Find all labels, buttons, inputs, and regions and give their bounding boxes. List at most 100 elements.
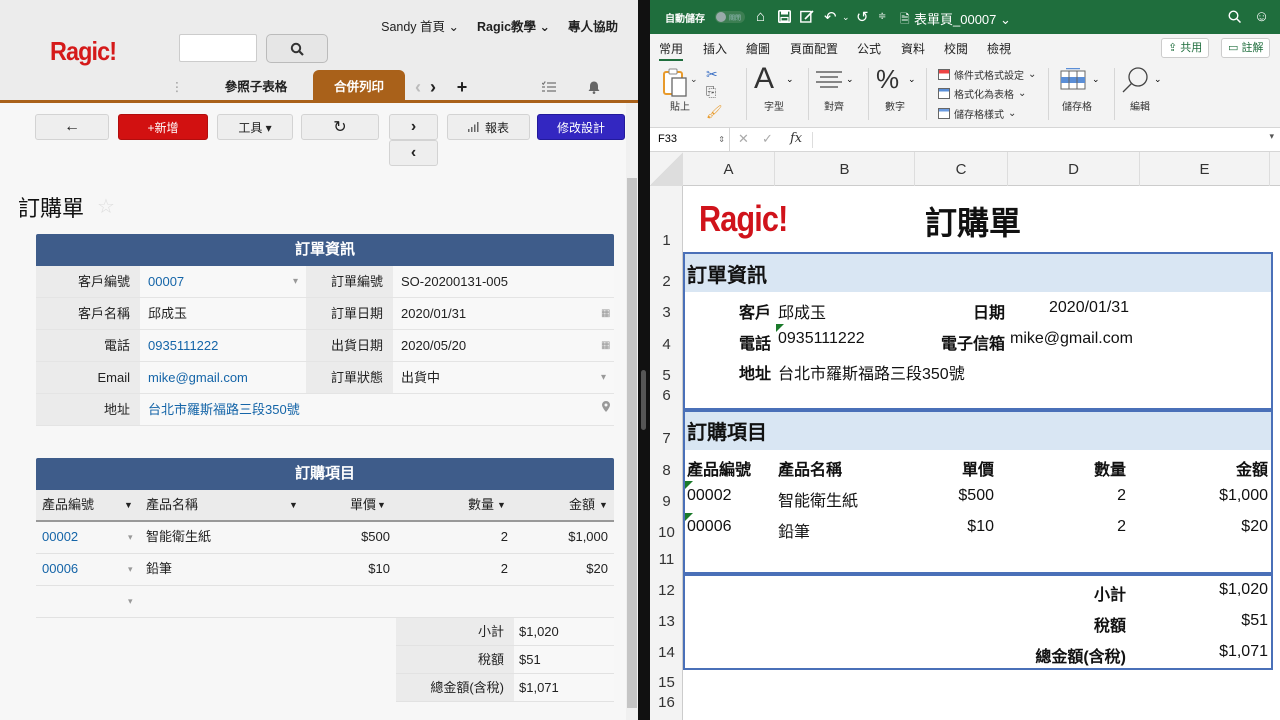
cancel-icon[interactable]: ✕ [738,131,749,147]
report-button[interactable]: 報表 [447,114,530,140]
email-value[interactable]: mike@gmail.com [1010,330,1133,348]
price-cell[interactable]: $500 [361,522,390,552]
ribbon-tab-draw[interactable]: 繪圖 [746,40,770,57]
col-product-id[interactable]: 產品編號 [42,490,94,520]
page-scrollbar[interactable] [626,103,638,720]
address-field[interactable]: 台北市羅斯福路三段350號 [140,394,614,425]
cut-icon[interactable]: ✂ [706,66,718,83]
conditional-format-button[interactable]: 條件式格式設定 ⌄ [938,67,1036,82]
item-name-cell[interactable]: 智能衛生紙 [778,487,858,511]
phone-field[interactable]: 0935111222 [140,330,306,361]
product-name-cell[interactable]: 鉛筆 [146,554,172,584]
format-as-table-button[interactable]: 格式化為表格 ⌄ [938,86,1026,101]
calendar-icon[interactable]: ▦ [601,330,610,361]
item-id-cell[interactable]: 00002 [687,487,732,505]
date-label[interactable]: 日期 [973,299,1005,323]
ribbon-tab-insert[interactable]: 插入 [703,40,727,57]
search-icon[interactable] [1228,8,1242,27]
ship-date-field[interactable]: 2020/05/20 [393,330,614,361]
row-header[interactable]: 6 [650,387,683,404]
row-header[interactable]: 14 [650,644,683,661]
tab-overflow[interactable]: ⋮ [170,70,184,102]
subtotal-value[interactable]: $1,020 [1219,581,1268,599]
next-record-button[interactable]: › [389,114,438,140]
column-header-a[interactable]: A [683,152,775,186]
scrollbar-thumb[interactable] [627,178,637,708]
row-header[interactable]: 8 [650,462,683,479]
format-painter-icon[interactable]: 🖌 [706,104,723,120]
product-id-cell[interactable]: 00002 [42,522,78,552]
tab-prev-button[interactable]: ‹ [412,70,424,102]
row-header[interactable]: 7 [650,430,683,447]
phone-value[interactable]: 0935111222 [778,330,865,348]
date-value[interactable]: 2020/01/31 [1049,299,1129,317]
redo-icon[interactable]: ↺ [856,8,869,26]
item-header-qty[interactable]: 數量 [1094,456,1126,480]
product-id-cell[interactable]: 00006 [42,554,78,584]
alignment-group[interactable]: ⌄ 對齊 [814,62,864,128]
item-qty-cell[interactable]: 2 [1117,518,1126,536]
dropdown-caret-icon[interactable]: ▾ [128,522,133,552]
column-header-e[interactable]: E [1140,152,1270,186]
search-input[interactable] [179,34,257,62]
item-header-amount[interactable]: 金額 [1236,456,1268,480]
dropdown-caret-icon[interactable]: ▾ [601,362,606,393]
email-label[interactable]: 電子信箱 [941,330,1005,354]
cells-group[interactable]: ⌄ 儲存格 [1058,62,1108,128]
feedback-smiley-icon[interactable]: ☺ [1254,8,1269,25]
home-icon[interactable]: ⌂ [756,8,765,25]
item-id-cell[interactable]: 00006 [687,518,732,536]
sort-caret-icon[interactable]: ▼ [289,490,298,520]
email-field[interactable]: mike@gmail.com [140,362,306,393]
ribbon-tab-formulas[interactable]: 公式 [857,40,881,57]
customer-id-field[interactable]: 00007 [140,266,306,297]
cell-styles-button[interactable]: 儲存格樣式 ⌄ [938,106,1016,121]
column-header-b[interactable]: B [775,152,915,186]
dropdown-caret-icon[interactable]: ▾ [293,266,298,297]
name-box[interactable]: F33 ⇕ [650,128,730,151]
row-header[interactable]: 1 [650,232,683,249]
col-product-name[interactable]: 產品名稱 [146,490,198,520]
nav-home[interactable]: Sandy 首頁 ⌄ [381,16,459,35]
row-header[interactable]: 13 [650,613,683,630]
tab-next-button[interactable]: › [426,70,440,102]
item-name-cell[interactable]: 鉛筆 [778,518,810,542]
item-amount-cell[interactable]: $20 [1241,518,1268,536]
sheet-section-order-info[interactable]: 訂單資訊 [687,259,767,288]
edit-icon[interactable] [800,8,814,27]
total-label[interactable]: 總金額(含稅) [1035,643,1126,667]
autosave-toggle[interactable]: 關閉 [715,11,745,23]
back-button[interactable]: ← [35,114,109,140]
copy-icon[interactable]: ⎘ [706,84,716,100]
select-all-corner[interactable] [650,152,683,186]
split-divider[interactable] [638,0,650,720]
customer-value[interactable]: 邱成玉 [778,299,826,323]
notification-bell-icon[interactable] [586,70,602,102]
nav-support[interactable]: 專人協助 [568,16,618,35]
search-button[interactable] [266,34,328,63]
subtotal-label[interactable]: 小計 [1094,581,1126,605]
row-header[interactable]: 15 [650,674,683,691]
row-header[interactable]: 9 [650,493,683,510]
col-price[interactable]: 單價 [350,490,376,520]
divider-grip[interactable] [641,370,646,430]
col-amount[interactable]: 金額 [569,490,595,520]
font-group[interactable]: A ⌄ 字型 [754,62,798,128]
editing-group[interactable]: ⌄ 編輯 [1122,62,1168,128]
sort-caret-icon[interactable]: ▼ [377,490,386,520]
sort-caret-icon[interactable]: ▼ [599,490,608,520]
design-button[interactable]: 修改設計 [537,114,625,140]
row-header[interactable]: 11 [650,551,683,568]
item-header-name[interactable]: 產品名稱 [778,456,842,480]
price-cell[interactable]: $10 [368,554,390,584]
product-name-cell[interactable]: 智能衛生紙 [146,522,211,552]
address-label[interactable]: 地址 [739,360,771,384]
order-status-field[interactable]: 出貨中 [393,362,614,393]
checklist-icon[interactable] [540,70,558,102]
ribbon-tab-view[interactable]: 檢視 [987,40,1011,57]
row-header[interactable]: 4 [650,336,683,353]
name-box-stepper-icon[interactable]: ⇕ [718,128,725,151]
row-header[interactable]: 5 [650,367,683,384]
map-pin-icon[interactable] [602,394,610,425]
expand-formula-icon[interactable]: ▾ [1269,131,1274,142]
